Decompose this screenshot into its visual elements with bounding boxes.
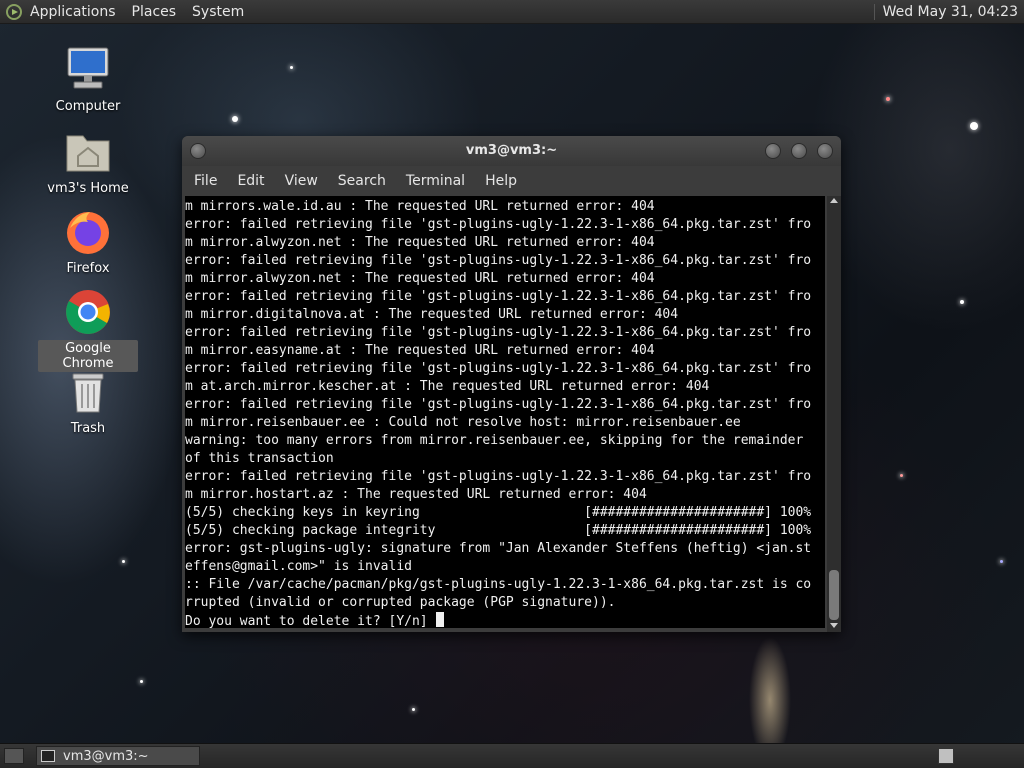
terminal-line: error: failed retrieving file 'gst-plugi… — [185, 289, 812, 304]
maximize-button[interactable] — [791, 143, 807, 159]
terminal-menu-bar: File Edit View Search Terminal Help — [182, 166, 841, 196]
terminal-line: of this transaction — [185, 451, 334, 466]
desktop-icon-label: Computer — [55, 99, 121, 114]
window-title-bar[interactable]: vm3@vm3:~ — [182, 136, 841, 166]
chrome-icon — [64, 288, 112, 336]
window-title: vm3@vm3:~ — [465, 143, 558, 158]
top-panel: Applications Places System Wed May 31, 0… — [0, 0, 1024, 24]
system-menu[interactable]: System — [184, 4, 252, 20]
taskbar-item-terminal[interactable]: vm3@vm3:~ — [36, 746, 200, 766]
desktop-icon-home[interactable]: vm3's Home — [38, 128, 138, 197]
show-desktop-button[interactable] — [4, 748, 24, 764]
desktop-icon-chrome[interactable]: Google Chrome — [38, 288, 138, 372]
workspace-switcher[interactable] — [938, 748, 954, 764]
minimize-button[interactable] — [765, 143, 781, 159]
terminal-line: error: failed retrieving file 'gst-plugi… — [185, 253, 812, 268]
terminal-line: m mirror.easyname.at : The requested URL… — [185, 343, 655, 358]
terminal-line: error: failed retrieving file 'gst-plugi… — [185, 397, 812, 412]
terminal-line: error: failed retrieving file 'gst-plugi… — [185, 361, 812, 376]
terminal-line: error: gst-plugins-ugly: signature from … — [185, 541, 812, 556]
desktop-icon-label: vm3's Home — [47, 181, 129, 196]
firefox-icon — [64, 208, 112, 256]
desktop-icon-computer[interactable]: Computer — [38, 46, 138, 115]
computer-icon — [64, 46, 112, 94]
terminal-lines: m mirrors.wale.id.au : The requested URL… — [185, 196, 825, 628]
terminal-line: warning: too many errors from mirror.rei… — [185, 433, 804, 448]
scroll-up-arrow-icon[interactable] — [830, 198, 838, 203]
terminal-line: m mirror.digitalnova.at : The requested … — [185, 307, 679, 322]
places-menu[interactable]: Places — [124, 4, 185, 20]
terminal-line: m mirror.hostart.az : The requested URL … — [185, 487, 647, 502]
terminal-line: m mirror.alwyzon.net : The requested URL… — [185, 235, 655, 250]
menu-view[interactable]: View — [277, 173, 326, 189]
terminal-line: (5/5) checking package integrity [######… — [185, 523, 812, 538]
trash-icon — [64, 368, 112, 416]
terminal-line: :: File /var/cache/pacman/pkg/gst-plugin… — [185, 577, 812, 592]
terminal-line: (5/5) checking keys in keyring [########… — [185, 505, 812, 520]
terminal-line: m mirrors.wale.id.au : The requested URL… — [185, 199, 655, 214]
menu-edit[interactable]: Edit — [229, 173, 272, 189]
terminal-icon — [41, 750, 55, 762]
terminal-output[interactable]: m mirrors.wale.id.au : The requested URL… — [185, 196, 825, 628]
terminal-line: effens@gmail.com>" is invalid — [185, 559, 412, 574]
close-button[interactable] — [817, 143, 833, 159]
distro-logo-icon[interactable] — [6, 3, 22, 20]
terminal-line: m mirror.alwyzon.net : The requested URL… — [185, 271, 655, 286]
window-menu-button[interactable] — [190, 143, 206, 159]
terminal-line: error: failed retrieving file 'gst-plugi… — [185, 325, 812, 340]
terminal-line: error: failed retrieving file 'gst-plugi… — [185, 469, 812, 484]
desktop-icon-trash[interactable]: Trash — [38, 368, 138, 437]
desktop-icon-label: Firefox — [66, 261, 110, 276]
terminal-line: m mirror.reisenbauer.ee : Could not reso… — [185, 415, 741, 430]
terminal-line: rrupted (invalid or corrupted package (P… — [185, 595, 616, 610]
terminal-line: error: failed retrieving file 'gst-plugi… — [185, 217, 812, 232]
menu-help[interactable]: Help — [477, 173, 525, 189]
scrollbar-thumb[interactable] — [829, 570, 839, 620]
menu-terminal[interactable]: Terminal — [398, 173, 473, 189]
terminal-cursor — [436, 612, 445, 627]
menu-file[interactable]: File — [186, 173, 225, 189]
terminal-scrollbar[interactable] — [827, 196, 841, 632]
terminal-line: m at.arch.mirror.kescher.at : The reques… — [185, 379, 710, 394]
scroll-down-arrow-icon[interactable] — [830, 623, 838, 628]
desktop-icon-firefox[interactable]: Firefox — [38, 208, 138, 277]
bottom-panel: vm3@vm3:~ — [0, 743, 1024, 768]
terminal-window[interactable]: vm3@vm3:~ File Edit View Search Terminal… — [182, 136, 841, 632]
menu-search[interactable]: Search — [330, 173, 394, 189]
taskbar-item-label: vm3@vm3:~ — [63, 748, 149, 764]
applications-menu[interactable]: Applications — [22, 4, 124, 20]
desktop-icon-label: Trash — [70, 421, 106, 436]
home-folder-icon — [64, 128, 112, 176]
terminal-line: Do you want to delete it? [Y/n] — [185, 614, 436, 628]
clock[interactable]: Wed May 31, 04:23 — [873, 3, 1024, 20]
